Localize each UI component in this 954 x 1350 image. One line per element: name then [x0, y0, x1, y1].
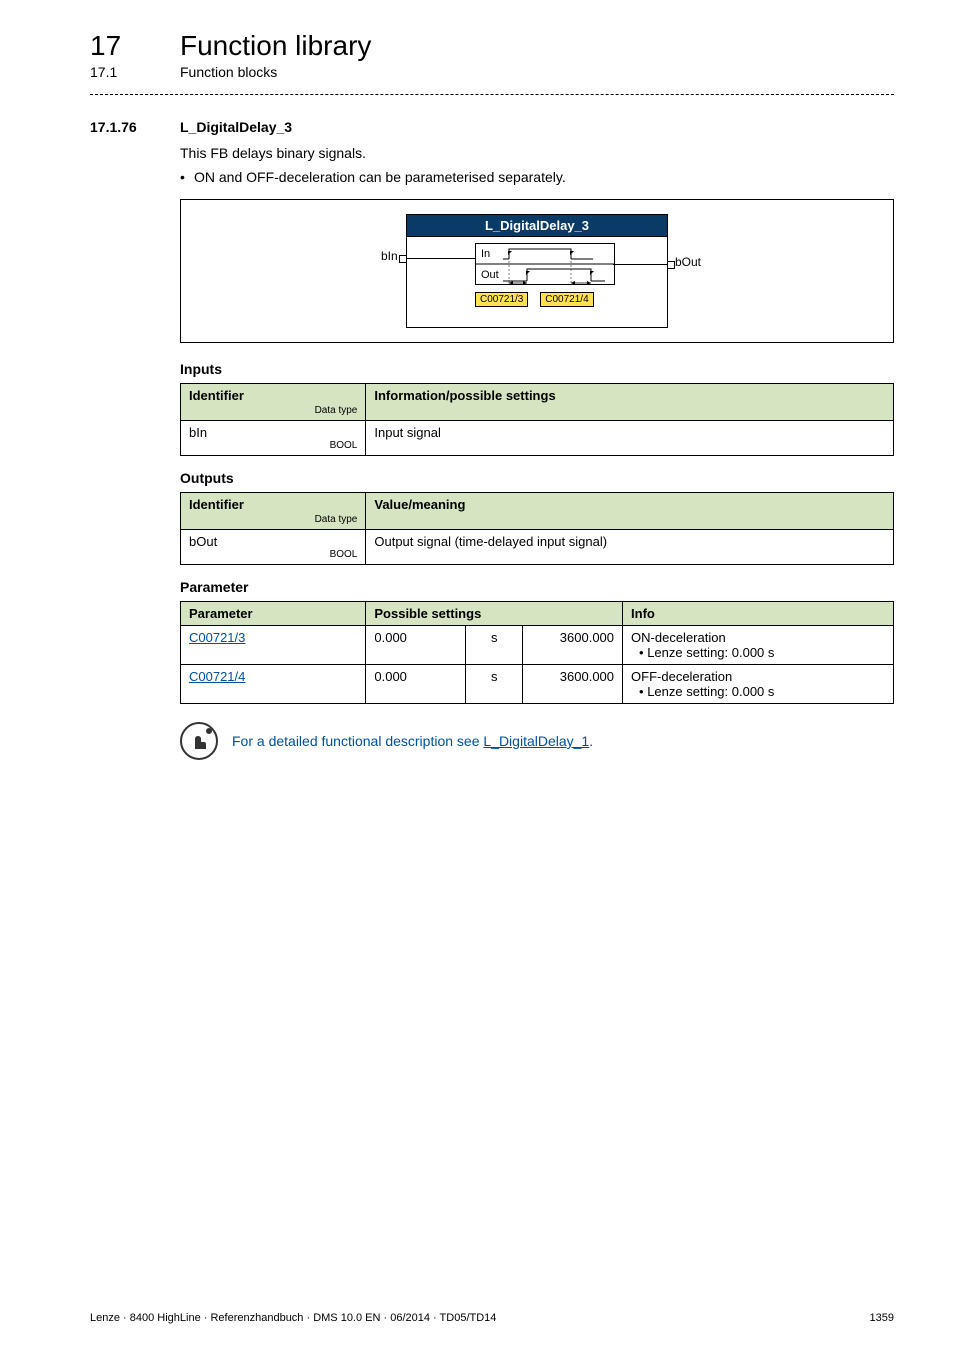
th-identifier-text: Identifier: [189, 497, 244, 512]
label-in: In: [481, 248, 490, 260]
th-datatype-text: Data type: [189, 405, 357, 416]
chapter-number: 17: [90, 30, 150, 62]
th-info: Info: [623, 602, 894, 626]
inputs-table: Identifier Data type Information/possibl…: [180, 383, 894, 456]
subheading-title: L_DigitalDelay_3: [180, 119, 292, 135]
port-in-stub: [399, 255, 407, 263]
table-row: C00721/3 0.000 s 3600.000 ON-deceleratio…: [181, 626, 894, 665]
cell-info: Input signal: [366, 421, 894, 456]
intro-bullet: ON and OFF-deceleration can be parameter…: [180, 169, 894, 185]
cell-unit: s: [466, 665, 523, 704]
fb-param-2: C00721/4: [540, 292, 593, 307]
fb-diagram-frame: L_DigitalDelay_3 bIn In: [180, 199, 894, 343]
param-link[interactable]: C00721/3: [189, 630, 245, 645]
fb-signal-box: In Out: [475, 243, 615, 285]
page-header: 17 Function library 17.1 Function blocks: [90, 30, 894, 80]
tip-text: For a detailed functional description se…: [232, 733, 593, 749]
inputs-heading: Inputs: [180, 361, 894, 377]
cell-id: bIn: [189, 425, 207, 440]
fb-block: L_DigitalDelay_3 bIn In: [406, 214, 668, 328]
cell-info: Output signal (time-delayed input signal…: [366, 530, 894, 565]
cell-info-line2: • Lenze setting: 0.000 s: [631, 645, 774, 660]
cell-info: OFF-deceleration • Lenze setting: 0.000 …: [623, 665, 894, 704]
table-row: C00721/4 0.000 s 3600.000 OFF-decelerati…: [181, 665, 894, 704]
label-out: Out: [481, 269, 499, 281]
fb-title: L_DigitalDelay_3: [407, 215, 667, 237]
port-out-stub: [667, 261, 675, 269]
signal-shape-icon: In Out: [475, 243, 615, 285]
port-out-label: bOut: [675, 255, 701, 269]
table-header-row: Parameter Possible settings Info: [181, 602, 894, 626]
th-possible: Possible settings: [366, 602, 623, 626]
outputs-heading: Outputs: [180, 470, 894, 486]
section-number: 17.1: [90, 64, 150, 80]
footer-left: Lenze · 8400 HighLine · Referenzhandbuch…: [90, 1312, 496, 1324]
page-footer: Lenze · 8400 HighLine · Referenzhandbuch…: [90, 1312, 894, 1324]
th-identifier: Identifier Data type: [181, 493, 366, 530]
tip-icon: [180, 722, 218, 760]
th-parameter: Parameter: [181, 602, 366, 626]
chapter-title: Function library: [180, 30, 371, 62]
cell-min: 0.000: [366, 665, 466, 704]
cell-max: 3600.000: [523, 665, 623, 704]
footer-right: 1359: [870, 1312, 894, 1324]
tip-suffix: .: [589, 733, 593, 749]
divider-dashed: [90, 94, 894, 95]
subheading: 17.1.76 L_DigitalDelay_3: [90, 119, 894, 135]
table-row: bIn BOOL Input signal: [181, 421, 894, 456]
table-row: bOut BOOL Output signal (time-delayed in…: [181, 530, 894, 565]
cell-dtype: BOOL: [189, 549, 357, 560]
tip-prefix: For a detailed functional description se…: [232, 733, 483, 749]
table-header-row: Identifier Data type Information/possibl…: [181, 384, 894, 421]
cell-info-line2: • Lenze setting: 0.000 s: [631, 684, 774, 699]
cell-info-line1: OFF-deceleration: [631, 669, 732, 684]
th-identifier-text: Identifier: [189, 388, 244, 403]
param-link[interactable]: C00721/4: [189, 669, 245, 684]
table-header-row: Identifier Data type Value/meaning: [181, 493, 894, 530]
th-datatype-text: Data type: [189, 514, 357, 525]
th-info: Value/meaning: [366, 493, 894, 530]
cell-min: 0.000: [366, 626, 466, 665]
tip-row: For a detailed functional description se…: [180, 722, 894, 760]
cell-id: bOut: [189, 534, 217, 549]
hand-point-icon: [189, 731, 209, 751]
parameter-heading: Parameter: [180, 579, 894, 595]
cell-dtype: BOOL: [189, 440, 357, 451]
cell-unit: s: [466, 626, 523, 665]
parameter-table: Parameter Possible settings Info C00721/…: [180, 601, 894, 704]
th-info: Information/possible settings: [366, 384, 894, 421]
subheading-number: 17.1.76: [90, 119, 152, 135]
port-in-label: bIn: [381, 249, 398, 263]
wire-out: [613, 264, 667, 265]
wire-in: [407, 258, 475, 259]
th-identifier: Identifier Data type: [181, 384, 366, 421]
cell-max: 3600.000: [523, 626, 623, 665]
cell-info: ON-deceleration • Lenze setting: 0.000 s: [623, 626, 894, 665]
section-title: Function blocks: [180, 64, 277, 80]
intro-paragraph: This FB delays binary signals.: [180, 145, 894, 161]
tip-link[interactable]: L_DigitalDelay_1: [483, 733, 589, 749]
fb-param-1: C00721/3: [475, 292, 528, 307]
outputs-table: Identifier Data type Value/meaning bOut …: [180, 492, 894, 565]
cell-info-line1: ON-deceleration: [631, 630, 726, 645]
